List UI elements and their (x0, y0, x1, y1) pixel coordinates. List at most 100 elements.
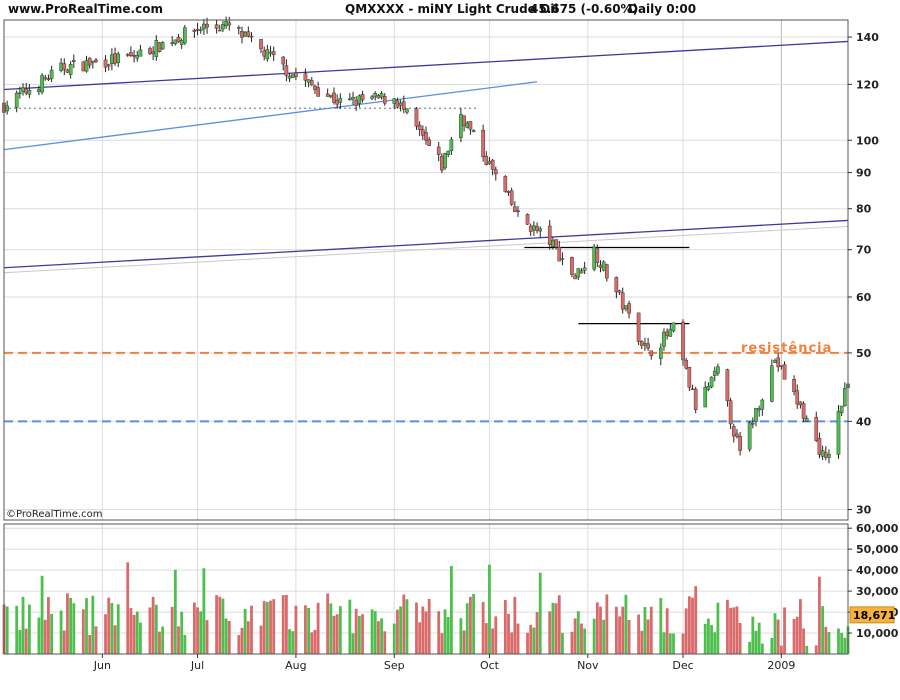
volume-bar (24, 628, 28, 654)
candle-body (290, 74, 295, 78)
volume-bar (513, 596, 517, 654)
candle-body (395, 100, 400, 108)
volume-bar (703, 623, 707, 654)
candle-body (776, 357, 780, 368)
candle-body (582, 267, 587, 271)
volume-bar (687, 596, 691, 654)
candle-body (129, 52, 133, 56)
volume-bar (776, 619, 780, 654)
candle-body (370, 96, 374, 99)
volume-bar (694, 586, 698, 654)
trendline (3, 81, 538, 151)
candle-body (24, 88, 29, 94)
candle-body (351, 96, 355, 100)
volume-bar (770, 638, 774, 654)
candle-body (827, 454, 831, 458)
volume-bar (421, 606, 425, 654)
candle-body (81, 61, 86, 72)
candle-body (782, 364, 787, 380)
candle-body (557, 246, 562, 262)
volume-bar (243, 608, 247, 654)
volume-bar (570, 631, 574, 654)
volume-bar (377, 621, 380, 654)
volume-bar (129, 608, 133, 654)
candle-body (658, 347, 663, 359)
volume-bar (681, 633, 685, 654)
candle-body (551, 239, 555, 247)
candle-body (202, 23, 206, 30)
volume-bar (748, 641, 752, 654)
candle-body (106, 64, 111, 67)
volume-bar (310, 632, 314, 654)
volume-bar (643, 607, 647, 654)
volume-bar (196, 607, 199, 654)
volume-bar (754, 630, 758, 654)
volume-bar (316, 602, 320, 654)
candle-body (414, 108, 419, 127)
date-tick-label: Dec (672, 659, 693, 672)
volume-bar (180, 611, 184, 654)
volume-bar (396, 609, 399, 654)
volume-bar (726, 599, 729, 654)
volume-bar (510, 632, 514, 654)
candle-body (135, 55, 140, 59)
volume-bar (338, 606, 342, 654)
candle-body (357, 95, 362, 104)
volume-bar (148, 607, 152, 654)
volume-bar (304, 605, 307, 654)
volume-bar (449, 566, 453, 654)
candle-body (665, 331, 669, 336)
price-tick-label: 70 (856, 244, 872, 257)
candle-body (554, 239, 558, 248)
candle-body (160, 42, 165, 50)
volume-bar (88, 635, 92, 654)
volume-bar (177, 626, 180, 654)
candle-body (725, 369, 730, 401)
candle-body (754, 408, 758, 422)
candle-body (72, 60, 76, 63)
candle-body (265, 49, 270, 60)
volume-bar (18, 629, 22, 654)
candle-body (249, 35, 254, 38)
candle-body (157, 42, 162, 52)
volume-bar (751, 616, 755, 654)
price-tick-label: 120 (856, 78, 879, 91)
volume-bar (437, 611, 441, 654)
volume-bar (135, 611, 139, 654)
volume-bar (313, 629, 317, 654)
candle-body (259, 39, 263, 50)
candle-body (513, 206, 517, 212)
candle-body (227, 22, 232, 26)
candle-body (627, 303, 631, 314)
candle-body (620, 292, 625, 310)
volume-bar (288, 629, 291, 654)
volume-tick-label: 40,000 (856, 564, 899, 577)
candle-body (132, 55, 136, 57)
candle-body (329, 94, 333, 98)
candle-body (795, 390, 800, 405)
volume-bar (599, 606, 602, 654)
candle-body (332, 92, 336, 103)
volume-bar (215, 595, 218, 654)
volume-bar (161, 626, 165, 654)
volume-bar (418, 622, 422, 654)
candle-body (284, 65, 289, 76)
volume-bar (837, 628, 840, 654)
volume-bar (507, 613, 510, 654)
volume-bar (640, 630, 644, 654)
candle-body (214, 24, 219, 29)
volume-bar (662, 632, 666, 654)
volume-bar (624, 594, 628, 654)
price-tick-label: 90 (856, 167, 872, 180)
volume-bars (2, 562, 850, 654)
price-panel-frame (3, 19, 849, 521)
date-axis: Jun Jul Aug Sep Oct Nov Dec 2009 (93, 654, 795, 672)
candle-body (716, 366, 720, 374)
volume-bar (221, 598, 225, 654)
candle-body (421, 129, 425, 136)
volume-bar (151, 596, 155, 654)
volume-bar (246, 621, 250, 654)
candle-body (84, 60, 89, 72)
volume-bar (126, 562, 130, 654)
volume-bar (281, 595, 285, 654)
